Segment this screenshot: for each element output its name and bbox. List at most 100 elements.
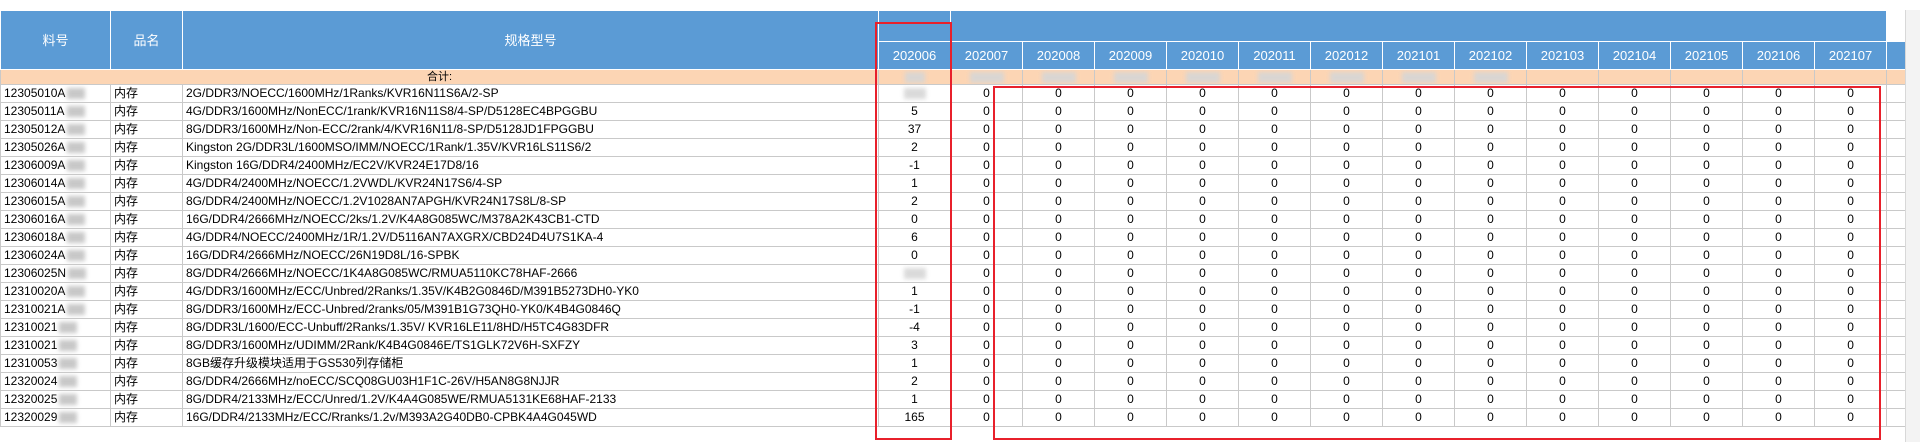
cell-part-no[interactable]: 12306014A (0, 174, 111, 193)
cell-period-202007[interactable]: 0 (950, 282, 1023, 301)
cell-period-202009[interactable]: 0 (1094, 174, 1167, 193)
table-row[interactable]: 12306014A 内存 4G/DDR4/2400MHz/NOECC/1.2VWDL… (0, 174, 1920, 193)
cell-name[interactable]: 内存 (110, 192, 183, 211)
cell-period-202006[interactable]: 1 (878, 282, 951, 301)
summary-cell[interactable] (1022, 69, 1095, 85)
cell-spec[interactable]: 4G/DDR4/NOECC/2400MHz/1R/1.2V/D5116AN7AX… (182, 228, 879, 247)
cell-period-202009[interactable]: 0 (1094, 120, 1167, 139)
cell-period-202010[interactable]: 0 (1166, 228, 1239, 247)
cell-period-202012[interactable]: 0 (1310, 408, 1383, 427)
header-period-202008[interactable]: 202008 (1022, 41, 1095, 70)
cell-period-202006[interactable]: 37 (878, 120, 951, 139)
cell-period-202006[interactable]: 1 (878, 354, 951, 373)
cell-period-202012[interactable]: 0 (1310, 282, 1383, 301)
summary-cell[interactable] (1166, 69, 1239, 85)
cell-period-202101[interactable]: 0 (1382, 84, 1455, 103)
cell-period-202009[interactable]: 0 (1094, 390, 1167, 409)
cell-period-202012[interactable]: 0 (1310, 336, 1383, 355)
cell-period-202007[interactable]: 0 (950, 192, 1023, 211)
cell-period-202104[interactable]: 0 (1598, 192, 1671, 211)
cell-period-202011[interactable]: 0 (1238, 408, 1311, 427)
cell-period-202006[interactable]: 1 (878, 390, 951, 409)
cell-period-202107[interactable]: 0 (1813, 210, 1888, 229)
cell-name[interactable]: 内存 (110, 210, 183, 229)
cell-period-202105[interactable]: 0 (1670, 246, 1743, 265)
summary-cell[interactable] (1094, 69, 1167, 85)
cell-period-202011[interactable]: 0 (1238, 192, 1311, 211)
cell-period-202104[interactable]: 0 (1598, 372, 1671, 391)
cell-period-202105[interactable]: 0 (1670, 354, 1743, 373)
cell-period-202107[interactable]: 0 (1813, 138, 1888, 157)
cell-period-202104[interactable]: 0 (1598, 354, 1671, 373)
cell-part-no[interactable]: 12305012A (0, 120, 111, 139)
cell-period-202107[interactable]: 0 (1813, 246, 1888, 265)
cell-spec[interactable]: 8G/DDR4/2400MHz/NOECC/1.2V1028AN7APGH/KV… (182, 192, 879, 211)
cell-period-202103[interactable]: 0 (1526, 192, 1599, 211)
cell-period-202008[interactable]: 0 (1022, 336, 1095, 355)
table-row[interactable]: 12305026A 内存 Kingston 2G/DDR3L/1600MSO/IMM… (0, 138, 1920, 157)
cell-period-202103[interactable]: 0 (1526, 372, 1599, 391)
cell-period-202107[interactable]: 0 (1813, 372, 1888, 391)
cell-period-202009[interactable]: 0 (1094, 138, 1167, 157)
cell-part-no[interactable]: 12306009A (0, 156, 111, 175)
table-row[interactable]: 12310021A 内存 8G/DDR3/1600MHz/ECC-Unbred/2r… (0, 300, 1920, 319)
cell-period-202102[interactable]: 0 (1454, 264, 1527, 283)
cell-period-202106[interactable]: 0 (1742, 84, 1815, 103)
header-period-202103[interactable]: 202103 (1526, 41, 1599, 70)
cell-period-202008[interactable]: 0 (1022, 264, 1095, 283)
cell-spec[interactable]: 16G/DDR4/2133MHz/ECC/Rranks/1.2v/M393A2G… (182, 408, 879, 427)
cell-period-202008[interactable]: 0 (1022, 210, 1095, 229)
cell-period-202104[interactable]: 0 (1598, 120, 1671, 139)
cell-period-202102[interactable]: 0 (1454, 156, 1527, 175)
cell-part-no[interactable]: 12310053 (0, 354, 111, 373)
cell-period-202105[interactable]: 0 (1670, 282, 1743, 301)
cell-part-no[interactable]: 12306024A (0, 246, 111, 265)
cell-period-202012[interactable]: 0 (1310, 300, 1383, 319)
cell-period-202006[interactable]: -1 (878, 300, 951, 319)
cell-period-202106[interactable]: 0 (1742, 138, 1815, 157)
cell-period-202107[interactable]: 0 (1813, 336, 1888, 355)
cell-period-202010[interactable]: 0 (1166, 354, 1239, 373)
cell-period-202101[interactable]: 0 (1382, 318, 1455, 337)
header-part-no[interactable]: 料号 (0, 10, 111, 70)
table-row[interactable]: 12306025N 内存 8G/DDR4/2666MHz/NOECC/1K4A8G0… (0, 264, 1920, 283)
cell-period-202102[interactable]: 0 (1454, 300, 1527, 319)
cell-period-202107[interactable]: 0 (1813, 192, 1888, 211)
header-period-202105[interactable]: 202105 (1670, 41, 1743, 70)
cell-period-202106[interactable]: 0 (1742, 300, 1815, 319)
cell-period-202011[interactable]: 0 (1238, 282, 1311, 301)
cell-period-202006[interactable] (878, 264, 951, 283)
cell-period-202012[interactable]: 0 (1310, 228, 1383, 247)
cell-period-202103[interactable]: 0 (1526, 390, 1599, 409)
cell-period-202107[interactable]: 0 (1813, 354, 1888, 373)
cell-period-202103[interactable]: 0 (1526, 102, 1599, 121)
cell-period-202009[interactable]: 0 (1094, 210, 1167, 229)
cell-period-202106[interactable]: 0 (1742, 246, 1815, 265)
cell-period-202104[interactable]: 0 (1598, 408, 1671, 427)
cell-spec[interactable]: 2G/DDR3/NOECC/1600MHz/1Ranks/KVR16N11S6A… (182, 84, 879, 103)
cell-period-202009[interactable]: 0 (1094, 246, 1167, 265)
cell-part-no[interactable]: 12320024 (0, 372, 111, 391)
cell-period-202008[interactable]: 0 (1022, 192, 1095, 211)
cell-name[interactable]: 内存 (110, 120, 183, 139)
cell-period-202104[interactable]: 0 (1598, 102, 1671, 121)
cell-period-202007[interactable]: 0 (950, 264, 1023, 283)
cell-period-202102[interactable]: 0 (1454, 408, 1527, 427)
cell-period-202101[interactable]: 0 (1382, 372, 1455, 391)
cell-spec[interactable]: 16G/DDR4/2666MHz/NOECC/26N19D8L/16-SPBK (182, 246, 879, 265)
cell-period-202012[interactable]: 0 (1310, 120, 1383, 139)
cell-period-202012[interactable]: 0 (1310, 264, 1383, 283)
cell-period-202008[interactable]: 0 (1022, 174, 1095, 193)
cell-period-202102[interactable]: 0 (1454, 210, 1527, 229)
cell-period-202103[interactable]: 0 (1526, 156, 1599, 175)
cell-period-202012[interactable]: 0 (1310, 84, 1383, 103)
table-row[interactable]: 12320024 内存 8G/DDR4/2666MHz/noECC/SCQ08GU0… (0, 372, 1920, 391)
cell-period-202104[interactable]: 0 (1598, 336, 1671, 355)
cell-period-202101[interactable]: 0 (1382, 192, 1455, 211)
cell-period-202101[interactable]: 0 (1382, 336, 1455, 355)
cell-period-202010[interactable]: 0 (1166, 390, 1239, 409)
cell-period-202102[interactable]: 0 (1454, 102, 1527, 121)
cell-period-202007[interactable]: 0 (950, 210, 1023, 229)
cell-period-202107[interactable]: 0 (1813, 174, 1888, 193)
table-row[interactable]: 12306018A 内存 4G/DDR4/NOECC/2400MHz/1R/1.2V… (0, 228, 1920, 247)
